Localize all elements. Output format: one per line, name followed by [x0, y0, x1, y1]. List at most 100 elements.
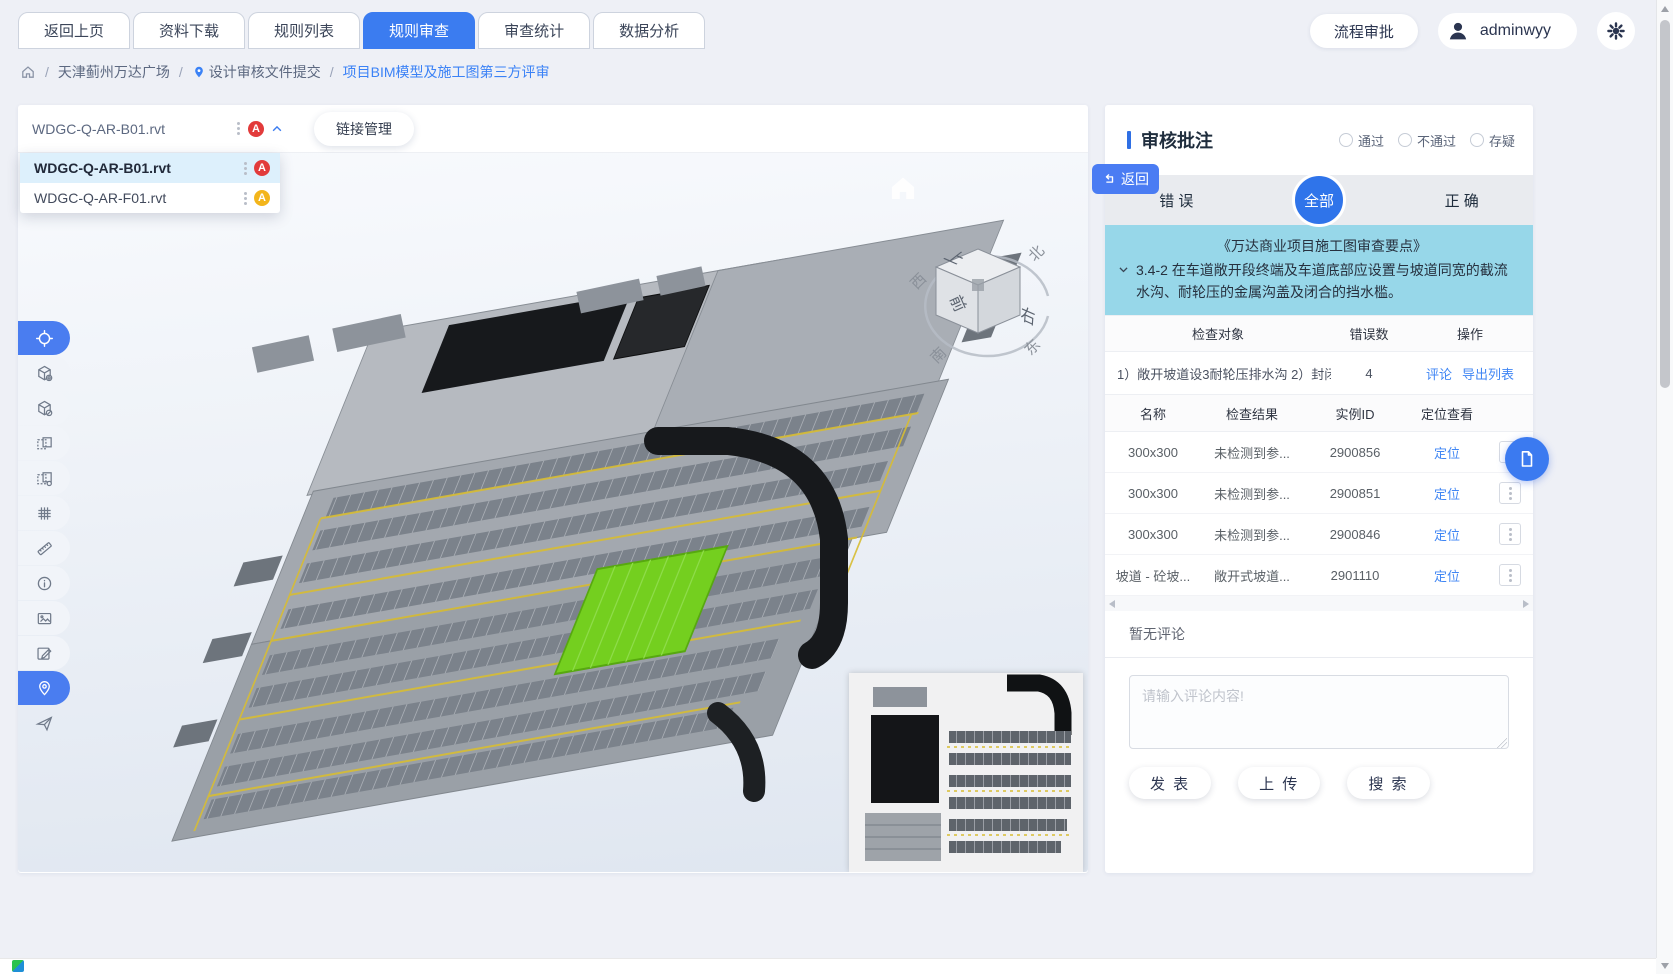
table-row[interactable]: 300x300 未检测到参... 2900846 定位 — [1105, 514, 1533, 555]
locate-link[interactable]: 定位 — [1434, 484, 1460, 503]
process-approval-button[interactable]: 流程审批 — [1310, 14, 1418, 48]
scroll-down-arrow-icon — [1661, 963, 1669, 969]
viewer-back-button[interactable]: 返回 — [1092, 164, 1159, 194]
tab-data-analysis[interactable]: 数据分析 — [593, 12, 705, 49]
summary-row[interactable]: 1）敞开坡道设3耐轮压排水沟 2）封闭式 4 评论 导出列表 — [1105, 352, 1533, 395]
compass-west-label[interactable]: 西 — [907, 270, 930, 293]
model-settings-button[interactable] — [18, 391, 70, 425]
user-menu[interactable]: adminwyy — [1438, 13, 1577, 49]
breadcrumb-project[interactable]: 天津蓟州万达广场 — [58, 62, 170, 82]
dropdown-item-f01[interactable]: WDGC-Q-AR-F01.rvt A — [20, 183, 280, 213]
compass-south-label[interactable]: 南 — [927, 344, 950, 367]
radio-circle[interactable] — [1398, 133, 1412, 147]
compass-north-label[interactable]: 北 — [1025, 242, 1048, 265]
locate-link[interactable]: 定位 — [1434, 566, 1460, 585]
viewer-home-icon[interactable] — [886, 171, 920, 205]
item-kebab-icon[interactable] — [242, 160, 249, 177]
active-rule-box[interactable]: 《万达商业项目施工图审查要点》 3.4-2 在车道敞开段终端及车道底部应设置与坡… — [1105, 225, 1533, 315]
resize-grip[interactable] — [1497, 738, 1507, 748]
breadcrumb-submit[interactable]: 设计审核文件提交 — [192, 62, 321, 82]
vertical-scrollbar[interactable] — [1656, 0, 1673, 958]
compass-east-label[interactable]: 东 — [1021, 336, 1044, 359]
post-comment-button[interactable]: 发 表 — [1129, 767, 1211, 799]
model-file-selector[interactable]: WDGC-Q-AR-B01.rvt A — [32, 120, 284, 137]
info-icon — [35, 574, 54, 593]
locate-link[interactable]: 定位 — [1434, 443, 1460, 462]
tab-material-download[interactable]: 资料下载 — [133, 12, 245, 49]
scroll-left-arrow-icon[interactable] — [1109, 600, 1115, 608]
row-more-button[interactable] — [1499, 523, 1521, 545]
dropdown-item-b01[interactable]: WDGC-Q-AR-B01.rvt A — [20, 153, 280, 183]
radio-fail[interactable]: 不通过 — [1398, 131, 1456, 150]
tab-back-home[interactable]: 返回上页 — [18, 12, 130, 49]
model-viewer-card: WDGC-Q-AR-B01.rvt A 链接管理 WDGC-Q-AR-B01.r… — [18, 105, 1088, 873]
filter-tab-all[interactable]: 全部 — [1292, 173, 1346, 227]
measure-button[interactable] — [18, 531, 70, 565]
radio-circle[interactable] — [1339, 133, 1353, 147]
snapshot-button[interactable] — [18, 601, 70, 635]
table-row[interactable]: 300x300 未检测到参... 2900856 定位 — [1105, 432, 1533, 473]
table-row[interactable]: 300x300 未检测到参... 2900851 定位 — [1105, 473, 1533, 514]
item-kebab-icon[interactable] — [242, 190, 249, 207]
row-more-button[interactable] — [1499, 564, 1521, 586]
check-summary-table: 检查对象 错误数 操作 1）敞开坡道设3耐轮压排水沟 2）封闭式 4 评论 导出… — [1105, 315, 1533, 395]
crosshair-icon — [35, 329, 54, 348]
file-kebab-icon[interactable] — [235, 120, 242, 137]
link-manage-button[interactable]: 链接管理 — [314, 112, 414, 146]
locate-link[interactable]: 定位 — [1434, 525, 1460, 544]
grid-button[interactable] — [18, 496, 70, 530]
floorplan-minimap[interactable] — [849, 673, 1083, 872]
upload-button[interactable]: 上 传 — [1238, 767, 1320, 799]
item-status-badge-yellow: A — [254, 190, 270, 206]
filter-tab-correct[interactable]: 正 确 — [1390, 175, 1533, 225]
search-button[interactable]: 搜 索 — [1347, 767, 1429, 799]
info-button[interactable] — [18, 566, 70, 600]
viewer-topbar: WDGC-Q-AR-B01.rvt A 链接管理 WDGC-Q-AR-B01.r… — [18, 105, 1088, 153]
section-plane-button[interactable] — [18, 461, 70, 495]
viewer-toolbar — [18, 321, 70, 740]
floating-document-button[interactable] — [1505, 437, 1549, 481]
chevron-up-icon[interactable] — [270, 122, 284, 136]
model-tree-button[interactable] — [18, 356, 70, 390]
radio-pass[interactable]: 通过 — [1339, 131, 1384, 150]
settings-button[interactable] — [1597, 12, 1635, 50]
table-row[interactable]: 坡道 - 砼坡... 敞开式坡道... 2901110 定位 — [1105, 555, 1533, 596]
map-pin-icon — [35, 679, 54, 698]
main-nav-tabs: 返回上页 资料下载 规则列表 规则审查 审查统计 数据分析 — [18, 12, 705, 49]
item-status-badge-red: A — [254, 160, 270, 176]
image-icon — [35, 609, 54, 628]
tab-rule-list[interactable]: 规则列表 — [248, 12, 360, 49]
result-filter-tabs: 错 误 全部 正 确 — [1105, 175, 1533, 225]
row-more-button[interactable] — [1499, 482, 1521, 504]
section-box-button[interactable] — [18, 426, 70, 460]
annotate-button[interactable] — [18, 636, 70, 670]
comment-link[interactable]: 评论 — [1426, 364, 1452, 383]
model-cube-icon — [35, 364, 54, 383]
send-button[interactable] — [18, 706, 70, 740]
bim-3d-canvas[interactable]: 西 南 东 北 上 前 右 — [18, 153, 1088, 872]
horizontal-scrollbar[interactable] — [0, 958, 1673, 974]
tab-rule-review[interactable]: 规则审查 — [363, 12, 475, 49]
scroll-down-box[interactable] — [1656, 958, 1673, 974]
selected-model-filename: WDGC-Q-AR-B01.rvt — [32, 121, 235, 137]
navigation-cube[interactable]: 西 南 东 北 上 前 右 — [898, 221, 1058, 381]
review-annotation-panel: 审核批注 通过 不通过 存疑 错 误 全部 正 确 《万达商业项目施工图审查要点… — [1105, 105, 1533, 873]
pin-locate-button[interactable] — [18, 671, 70, 705]
table-horizontal-scrollbar[interactable] — [1105, 596, 1533, 611]
section-plane-icon — [35, 469, 54, 488]
export-list-link[interactable]: 导出列表 — [1462, 364, 1514, 383]
locate-crosshair-button[interactable] — [18, 321, 70, 355]
radio-doubt[interactable]: 存疑 — [1470, 131, 1515, 150]
vertical-scrollbar-thumb[interactable] — [1660, 20, 1670, 388]
section-box-icon — [35, 434, 54, 453]
tab-review-statistics[interactable]: 审查统计 — [478, 12, 590, 49]
comment-input[interactable] — [1129, 675, 1509, 749]
scroll-right-arrow-icon[interactable] — [1523, 600, 1529, 608]
kebab-icon — [1507, 485, 1514, 502]
home-icon[interactable] — [20, 64, 36, 80]
location-pin-icon — [192, 65, 206, 79]
chevron-down-icon[interactable] — [1117, 263, 1130, 303]
scroll-up-arrow-icon[interactable] — [1661, 6, 1669, 12]
radio-circle[interactable] — [1470, 133, 1484, 147]
edit-icon — [35, 644, 54, 663]
